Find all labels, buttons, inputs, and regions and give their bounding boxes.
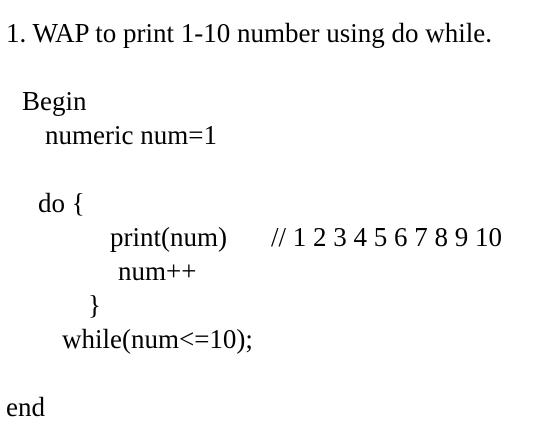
- code-line-increment: num++: [118, 256, 197, 286]
- question-title: 1. WAP to print 1-10 number using do whi…: [6, 18, 492, 48]
- code-line-while: while(num<=10);: [62, 324, 253, 354]
- code-comment-output: // 1 2 3 4 5 6 7 8 9 10: [271, 222, 503, 252]
- document-page: { "title": "1. WAP to print 1-10 number …: [0, 0, 548, 445]
- code-line-end: end: [6, 392, 45, 422]
- code-line-do: do {: [38, 188, 85, 218]
- code-line-print: print(num): [110, 222, 227, 252]
- code-line-close-brace: }: [88, 290, 101, 320]
- code-line-begin: Begin: [22, 86, 87, 116]
- code-line-declare: numeric num=1: [45, 120, 217, 150]
